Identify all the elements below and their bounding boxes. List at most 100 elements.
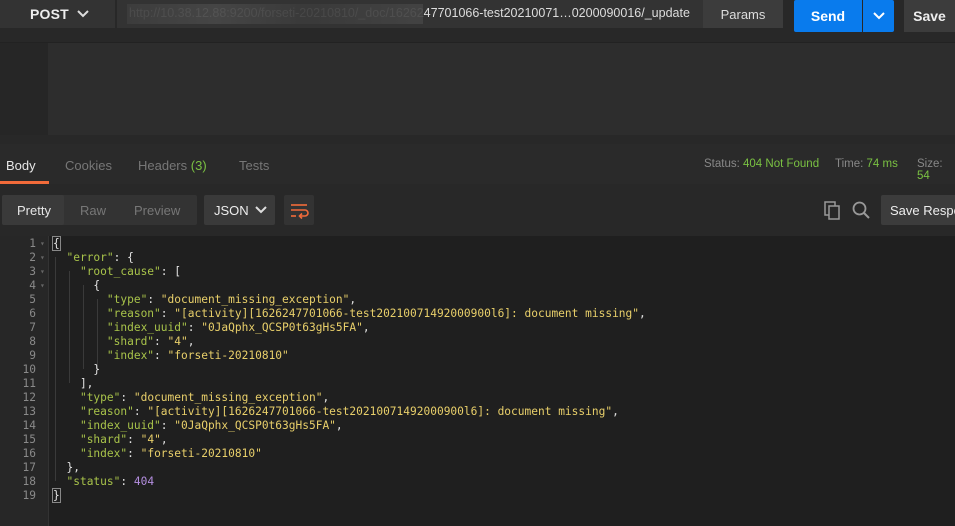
line-number: 19 [22,489,36,502]
send-options-button[interactable] [863,0,894,32]
line-number: 2 [29,251,36,264]
fold-toggle-icon[interactable]: ▾ [40,251,45,265]
code-text: }, [53,461,79,475]
active-tab-indicator [0,181,49,184]
code-line: 18 "status": 404 [0,475,955,489]
format-dropdown[interactable]: JSON [204,195,275,225]
tab-cookies[interactable]: Cookies [65,158,112,173]
code-token: : [127,433,141,446]
code-line: 4 ▾ { [0,279,955,293]
code-token: : [120,475,134,488]
fold-toggle-icon[interactable]: ▾ [40,237,45,251]
code-text: "index_uuid": "0JaQphx_QCSP0t63gHs5FA", [53,419,343,433]
save-button[interactable]: Save [904,0,955,32]
size-value[interactable]: 54 [917,170,930,182]
line-number: 3 [29,265,36,278]
format-label: JSON [214,202,249,218]
code-token: { [53,279,101,292]
request-body-editor[interactable] [0,42,955,135]
code-text: ], [53,377,93,391]
chevron-down-icon [255,206,267,214]
code-text: "error": { [53,251,133,265]
code-token: , [639,307,646,320]
code-text: "index": "forseti-20210810" [53,447,262,461]
tab-headers-label: Headers [138,158,188,173]
view-mode-pretty[interactable]: Pretty [17,203,51,218]
status-label: Status: [704,158,740,170]
code-line: 11 ], [0,377,955,391]
code-token: "[activity][1626247701066-test2021007149… [174,307,640,320]
code-text: "root_cause": [ [53,265,181,279]
response-body[interactable]: 1 ▾ {2 ▾ "error": {3 ▾ "root_cause": [4 ▾ {5 … [0,236,955,526]
code-token: "type" [79,391,121,404]
code-token: "0JaQphx_QCSP0t63gHs5FA" [174,419,336,432]
code-token: : [187,321,202,334]
line-number: 9 [29,349,36,362]
code-line: 16 "index": "forseti-20210810" [0,447,955,461]
code-token: : [127,447,141,460]
code-token: , [612,405,619,418]
url-input[interactable]: http://10.38.12.88:9200/forseti-20210810… [117,0,703,28]
code-token: "reason" [106,307,161,320]
status-info: Status: 404 Not Found [704,158,819,170]
line-number: 1 [29,237,36,250]
fold-toggle-icon[interactable]: ▾ [40,265,45,279]
tab-headers[interactable]: Headers (3) [138,158,207,173]
code-line: 17 }, [0,461,955,475]
time-value[interactable]: 74 ms [867,158,898,170]
fold-toggle-icon[interactable]: ▾ [40,279,45,293]
code-text: } [52,488,61,503]
view-mode-preview[interactable]: Preview [134,203,180,218]
code-token: , [349,293,357,306]
copy-icon[interactable] [822,200,842,220]
send-button[interactable]: Send [794,0,862,32]
code-token: "error" [66,251,114,264]
code-text: { [52,236,61,251]
headers-count: (3) [190,158,207,173]
code-token: "type" [106,293,148,306]
method-dropdown[interactable]: POST [0,0,115,28]
code-text: "shard": "4", [53,335,195,349]
wrap-lines-button[interactable] [284,195,314,225]
view-mode-raw[interactable]: Raw [80,203,106,218]
code-line: 1 ▾ { [0,236,955,251]
method-label: POST [30,6,69,22]
line-number: 15 [22,433,36,446]
code-token: : [133,405,148,418]
line-number: 16 [22,447,36,460]
tab-tests[interactable]: Tests [239,158,269,173]
code-token: "document_missing_exception" [160,293,350,306]
status-value[interactable]: 404 Not Found [743,158,819,170]
tab-body[interactable]: Body [6,158,36,173]
code-token: : [120,391,134,404]
chevron-down-icon [77,10,89,18]
time-info: Time: 74 ms [835,158,898,170]
code-token: } [52,488,61,503]
code-line: 5 "type": "document_missing_exception", [0,293,955,307]
line-number: 10 [22,363,36,376]
params-button[interactable]: Params [703,0,783,28]
size-label: Size: [917,158,943,170]
code-token: : [154,335,168,348]
line-number: 8 [29,335,36,348]
save-response-button[interactable]: Save Response [881,195,955,225]
chevron-down-icon [872,12,885,20]
code-token: "forseti-20210810" [140,447,262,460]
code-text: "shard": "4", [53,433,168,447]
code-token: "index_uuid" [79,419,161,432]
code-token: "index" [79,447,128,460]
code-token: "root_cause" [79,265,161,278]
search-icon[interactable] [851,200,871,220]
code-line: 14 "index_uuid": "0JaQphx_QCSP0t63gHs5FA… [0,419,955,433]
code-text: "status": 404 [53,475,154,489]
code-line: 3 ▾ "root_cause": [ [0,265,955,279]
